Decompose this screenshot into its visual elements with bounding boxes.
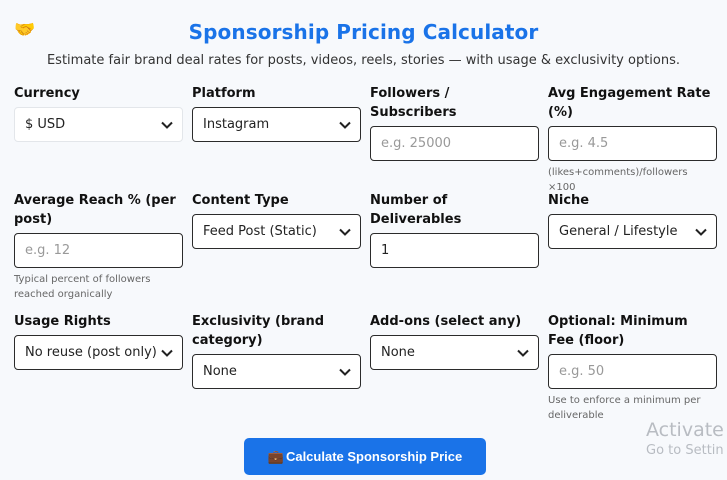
calculate-button[interactable]: 💼 Calculate Sponsorship Price (244, 438, 486, 475)
platform-select[interactable]: Instagram (192, 107, 361, 142)
exclusivity-field: Exclusivity (brand category) None (192, 312, 361, 389)
watermark-line-2: Go to Settin (646, 443, 724, 458)
platform-value: Instagram (203, 117, 270, 132)
reach-input[interactable]: e.g. 12 (14, 233, 183, 268)
reach-label: Average Reach % (per post) (14, 193, 176, 227)
currency-field: Currency $ USD (14, 84, 183, 142)
niche-select[interactable]: General / Lifestyle (548, 214, 717, 249)
engagement-placeholder: e.g. 4.5 (559, 136, 609, 151)
usage-rights-select[interactable]: No reuse (post only) (14, 335, 183, 370)
usage-rights-value: No reuse (post only) (25, 345, 157, 360)
addons-value: None (381, 345, 415, 360)
usage-rights-label: Usage Rights (14, 314, 111, 329)
chevron-down-icon (338, 118, 352, 132)
chevron-down-icon (338, 365, 352, 379)
niche-field: Niche General / Lifestyle (548, 191, 717, 249)
content-type-field: Content Type Feed Post (Static) (192, 191, 361, 249)
engagement-field: Avg Engagement Rate (%) e.g. 4.5 (likes+… (548, 84, 717, 195)
min-fee-field: Optional: Minimum Fee (floor) e.g. 50 Us… (548, 312, 717, 423)
reach-help: Typical percent of followers reached org… (14, 274, 151, 300)
content-type-select[interactable]: Feed Post (Static) (192, 214, 361, 249)
engagement-input[interactable]: e.g. 4.5 (548, 126, 717, 161)
niche-label: Niche (548, 193, 590, 208)
currency-value: $ USD (25, 117, 66, 132)
min-fee-input[interactable]: e.g. 50 (548, 354, 717, 389)
followers-field: Followers / Subscribers e.g. 25000 (370, 84, 539, 161)
content-type-label: Content Type (192, 193, 289, 208)
chevron-down-icon (160, 118, 174, 132)
deliverables-input[interactable]: 1 (370, 233, 539, 268)
chevron-down-icon (338, 225, 352, 239)
min-fee-label: Optional: Minimum Fee (floor) (548, 314, 688, 348)
followers-input[interactable]: e.g. 25000 (370, 126, 539, 161)
addons-field: Add-ons (select any) None (370, 312, 539, 370)
reach-placeholder: e.g. 12 (25, 243, 71, 258)
calculate-button-label: Calculate Sponsorship Price (285, 449, 463, 464)
deliverables-field: Number of Deliverables 1 (370, 191, 539, 268)
addons-label: Add-ons (select any) (370, 314, 522, 329)
watermark-line-1: Activate W (646, 419, 727, 441)
activate-windows-watermark: Activate W Go to Settin (646, 418, 727, 460)
exclusivity-label: Exclusivity (brand category) (192, 314, 325, 348)
engagement-label: Avg Engagement Rate (%) (548, 86, 711, 120)
currency-select[interactable]: $ USD (14, 107, 183, 142)
exclusivity-select[interactable]: None (192, 354, 361, 389)
reach-field: Average Reach % (per post) e.g. 12 Typic… (14, 191, 183, 302)
followers-label: Followers / Subscribers (370, 86, 457, 120)
platform-label: Platform (192, 86, 256, 101)
followers-placeholder: e.g. 25000 (381, 136, 452, 151)
addons-select[interactable]: None (370, 335, 539, 370)
exclusivity-value: None (203, 364, 237, 379)
deliverables-value: 1 (381, 243, 390, 258)
currency-label: Currency (14, 86, 80, 101)
page-subtitle: Estimate fair brand deal rates for posts… (46, 53, 681, 68)
deliverables-label: Number of Deliverables (370, 193, 462, 227)
chevron-down-icon (160, 346, 174, 360)
briefcase-icon: 💼 (267, 448, 284, 464)
content-type-value: Feed Post (Static) (203, 224, 317, 239)
usage-rights-field: Usage Rights No reuse (post only) (14, 312, 183, 370)
chevron-down-icon (694, 225, 708, 239)
min-fee-placeholder: e.g. 50 (559, 364, 605, 379)
page-title: Sponsorship Pricing Calculator (188, 20, 539, 44)
platform-field: Platform Instagram (192, 84, 361, 142)
chevron-down-icon (516, 346, 530, 360)
niche-value: General / Lifestyle (559, 224, 678, 239)
